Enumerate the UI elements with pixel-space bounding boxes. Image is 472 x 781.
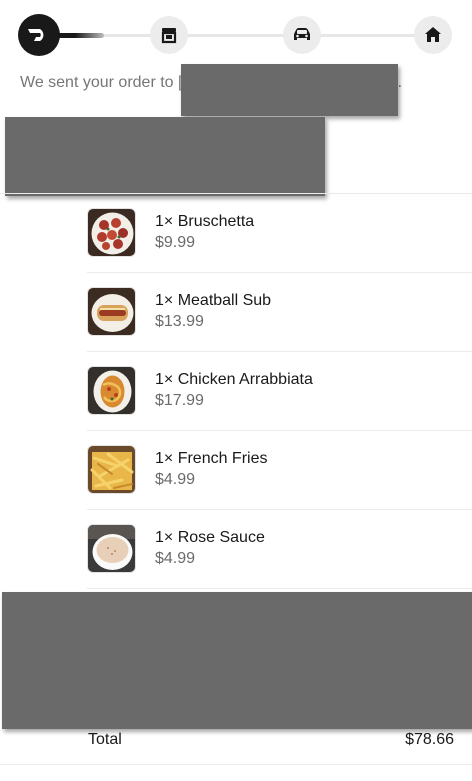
item-name: 1× Rose Sauce (155, 529, 265, 546)
item-price: $4.99 (155, 550, 196, 567)
redacted-store-name (181, 64, 398, 116)
bruschetta-image (87, 208, 136, 257)
item-price: $13.99 (155, 313, 204, 330)
total-label: Total (88, 731, 122, 748)
rose-sauce-image (87, 524, 136, 573)
step-delivered (414, 16, 452, 54)
step-ordered (18, 14, 60, 56)
order-item: 1× French Fries $4.99 (87, 431, 472, 510)
item-name: 1× Bruschetta (155, 213, 255, 230)
item-price: $17.99 (155, 392, 204, 409)
item-name: 1× French Fries (155, 450, 268, 467)
step-on-the-way (283, 16, 321, 54)
divider (0, 764, 472, 765)
car-icon (292, 26, 312, 44)
redacted-block (2, 592, 472, 729)
item-name: 1× Meatball Sub (155, 292, 272, 309)
store-icon (160, 26, 178, 44)
order-items-list: 1× Bruschetta $9.99 1× Meatball Sub $13.… (87, 194, 472, 589)
order-total-row: Total $78.66 (88, 731, 454, 753)
item-price: $4.99 (155, 471, 196, 488)
doordash-logo-icon (27, 27, 51, 43)
order-item: 1× Meatball Sub $13.99 (87, 273, 472, 352)
chicken-arrabbiata-image (87, 366, 136, 415)
order-item: 1× Bruschetta $9.99 (87, 194, 472, 273)
step-store (150, 16, 188, 54)
french-fries-image (87, 445, 136, 494)
order-item: 1× Rose Sauce $4.99 (87, 510, 472, 589)
redacted-block (5, 117, 325, 196)
item-price: $9.99 (155, 234, 196, 251)
item-name: 1× Chicken Arrabbiata (155, 371, 313, 388)
home-icon (424, 26, 442, 44)
total-value: $78.66 (405, 731, 454, 748)
meatball-sub-image (87, 287, 136, 336)
order-item: 1× Chicken Arrabbiata $17.99 (87, 352, 472, 431)
order-progress-tracker (0, 0, 472, 70)
